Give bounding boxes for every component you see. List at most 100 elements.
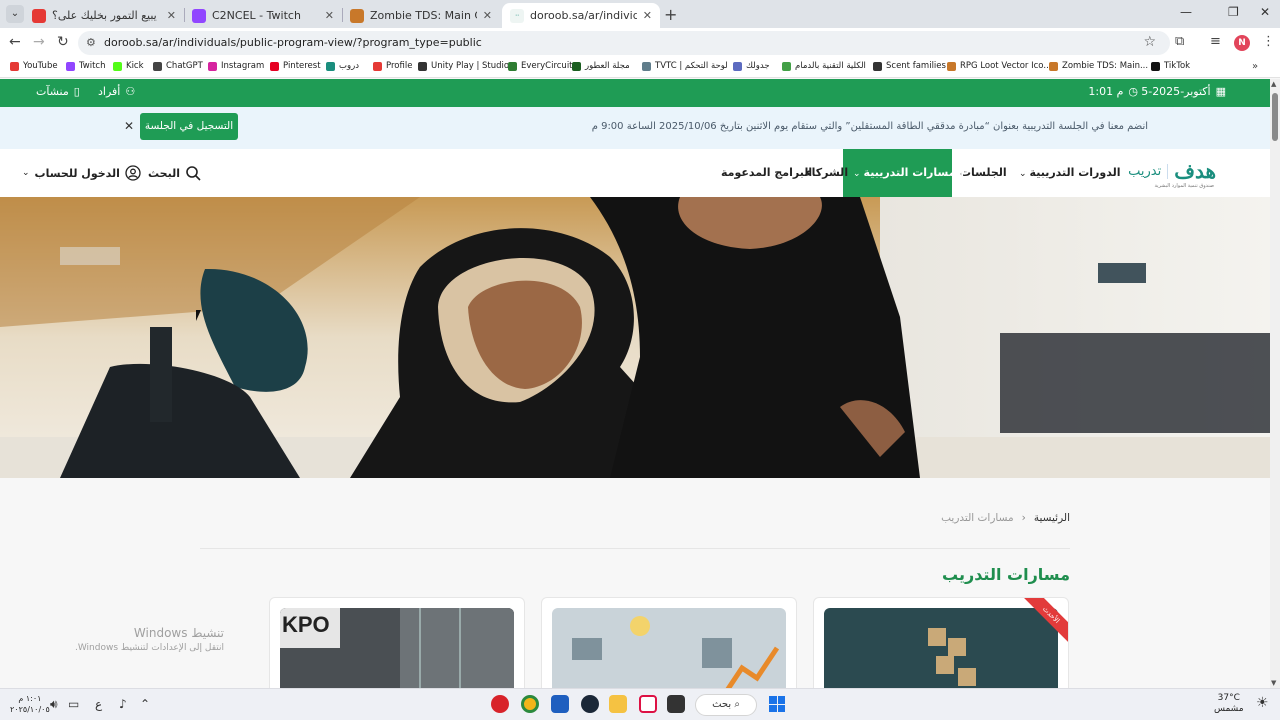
- bookmark-item[interactable]: TVTC | لوحة التحكم: [642, 61, 728, 71]
- browser-tab-strip: ⌄ هل يبيع التمور بخليك على؟ 🌴 ✌ 🎥 ✕ C2NC…: [0, 0, 1280, 28]
- bookmark-item[interactable]: ChatGPT: [153, 61, 203, 71]
- forward-icon[interactable]: →: [33, 34, 45, 50]
- bookmark-item[interactable]: جدولك: [733, 61, 770, 71]
- address-bar[interactable]: ⚙ doroob.sa/ar/individuals/public-progra…: [78, 31, 1170, 55]
- bookmark-favicon-icon: [782, 61, 791, 71]
- terminal-icon[interactable]: [667, 695, 685, 713]
- nav-partners[interactable]: الشركاء: [806, 166, 848, 179]
- browser-tab-2[interactable]: C2NCEL - Twitch ✕: [184, 3, 342, 28]
- bookmark-star-icon[interactable]: ☆: [1143, 34, 1156, 50]
- bookmark-favicon-icon: [270, 61, 279, 71]
- close-tab-icon[interactable]: ✕: [483, 9, 492, 22]
- bookmark-item[interactable]: YouTube: [10, 61, 58, 71]
- steam-icon[interactable]: [581, 695, 599, 713]
- bookmark-label: EveryCircuit: [521, 61, 573, 71]
- search-link[interactable]: البحث: [148, 165, 201, 181]
- nav-courses[interactable]: ⌄ الدورات التدريبية: [1019, 166, 1121, 179]
- track-card[interactable]: KPO: [269, 597, 525, 697]
- bookmark-item[interactable]: الكلية التقنية بالدمام: [782, 61, 866, 71]
- tab-search-button[interactable]: ⌄: [6, 5, 24, 23]
- game-app-icon[interactable]: [491, 695, 509, 713]
- taskbar-clock[interactable]: ١:٠١ م ٢٠٢٥/١٠/٠٥: [10, 693, 50, 715]
- bookmark-item[interactable]: Scent families: [873, 61, 946, 71]
- bookmark-favicon-icon: [572, 61, 581, 71]
- menu-kebab-icon[interactable]: ⋮: [1262, 34, 1275, 49]
- individuals-link[interactable]: أفراد ⚇: [98, 85, 135, 98]
- register-session-button[interactable]: التسجيل في الجلسة: [140, 113, 238, 140]
- snipping-tool-icon[interactable]: [639, 695, 657, 713]
- bookmark-item[interactable]: Pinterest: [270, 61, 321, 71]
- show-hidden-icons-icon[interactable]: ⌃: [140, 697, 150, 711]
- back-icon[interactable]: ←: [9, 34, 21, 50]
- hero-banner-image: [0, 197, 1270, 478]
- microphone-icon[interactable]: ♪: [119, 697, 127, 711]
- file-explorer-icon[interactable]: [609, 695, 627, 713]
- nav-training-tracks[interactable]: ⌄ المسارات التدريبية: [843, 149, 964, 197]
- bookmark-item[interactable]: دروب: [326, 61, 359, 71]
- bookmark-item[interactable]: EveryCircuit: [508, 61, 573, 71]
- close-tab-icon[interactable]: ✕: [167, 9, 176, 22]
- bookmark-item[interactable]: Instagram: [208, 61, 264, 71]
- watermark-line-2: انتقل إلى الإعدادات لتنشيط Windows.: [74, 643, 224, 653]
- bookmark-item[interactable]: RPG Loot Vector Ico...: [947, 61, 1051, 71]
- site-logo[interactable]: تدريب هدف صندوق تنمية الموارد البشرية: [1128, 159, 1216, 189]
- bookmark-favicon-icon: [1151, 61, 1160, 71]
- browser-tab-1[interactable]: هل يبيع التمور بخليك على؟ 🌴 ✌ 🎥 ✕: [24, 3, 184, 28]
- chrome-icon[interactable]: [521, 695, 539, 713]
- browser-tab-active[interactable]: ᐧᐧ doroob.sa/ar/individuals/public ✕: [502, 3, 660, 28]
- bookmark-item[interactable]: TikTok: [1151, 61, 1190, 71]
- roblox-favicon-icon: [350, 8, 364, 23]
- bookmark-favicon-icon: [208, 61, 217, 71]
- track-card[interactable]: الأحدث: [813, 597, 1069, 697]
- close-tab-icon[interactable]: ✕: [325, 9, 334, 22]
- start-windows-icon[interactable]: [769, 696, 785, 712]
- extensions-icon[interactable]: ⧉: [1175, 34, 1184, 49]
- browser-tab-3[interactable]: Zombie TDS: Main Characters ✕: [342, 3, 500, 28]
- taskbar-date: ٢٠٢٥/١٠/٠٥: [10, 705, 50, 714]
- breadcrumb-home[interactable]: الرئيسية: [1034, 512, 1070, 524]
- bookmark-item[interactable]: Profile: [373, 61, 412, 71]
- bookmark-item[interactable]: Unity Play | Studio: [418, 61, 509, 71]
- bookmark-item[interactable]: Twitch: [66, 61, 106, 71]
- bookmark-item[interactable]: Zombie TDS: Main...: [1049, 61, 1148, 71]
- bookmark-label: الكلية التقنية بالدمام: [795, 61, 866, 71]
- track-card[interactable]: [541, 597, 797, 697]
- language-indicator[interactable]: ع: [95, 697, 102, 711]
- chevron-down-icon: ⌄: [22, 168, 30, 178]
- restore-icon[interactable]: ❐: [1228, 5, 1239, 19]
- network-icon[interactable]: ▭: [68, 697, 79, 711]
- scrollbar-thumb[interactable]: [1272, 93, 1278, 141]
- track-card-image: KPO: [280, 608, 514, 696]
- taskbar-search[interactable]: بحث ⌕: [695, 694, 757, 716]
- nav-sessions[interactable]: الجلسات: [960, 166, 1007, 179]
- close-tab-icon[interactable]: ✕: [643, 9, 652, 22]
- bookmark-item[interactable]: مجلة العطور: [572, 61, 630, 71]
- nav-courses-label: الدورات التدريبية: [1029, 166, 1121, 179]
- close-window-icon[interactable]: ✕: [1260, 5, 1270, 19]
- volume-icon[interactable]: 🔊︎: [50, 697, 58, 712]
- bookmark-item[interactable]: Kick: [113, 61, 144, 71]
- nav-supported-programs[interactable]: البرامج المدعومة: [721, 166, 812, 179]
- establishments-link[interactable]: منشآت ▯: [36, 85, 80, 98]
- close-announcement-icon[interactable]: ✕: [124, 119, 134, 133]
- scroll-up-icon[interactable]: ▲: [1271, 80, 1276, 88]
- page-scrollbar[interactable]: ▲ ▼: [1270, 79, 1280, 688]
- weather-widget[interactable]: 37°C مشمس: [1214, 693, 1244, 715]
- bookmark-label: Scent families: [886, 61, 946, 71]
- new-tab-icon[interactable]: +: [664, 5, 677, 24]
- scroll-down-icon[interactable]: ▼: [1271, 679, 1276, 687]
- minimize-icon[interactable]: —: [1180, 5, 1192, 19]
- media-controls-icon[interactable]: ≡: [1210, 34, 1221, 49]
- bookmark-favicon-icon: [947, 61, 956, 71]
- weather-condition: مشمس: [1214, 704, 1244, 714]
- site-settings-icon[interactable]: ⚙: [86, 36, 96, 49]
- tab-title: Zombie TDS: Main Characters: [370, 9, 477, 22]
- store-icon[interactable]: [551, 695, 569, 713]
- login-link[interactable]: ⌄ الدخول للحساب: [22, 165, 141, 181]
- profile-avatar[interactable]: N: [1234, 35, 1250, 51]
- more-bookmarks-icon[interactable]: »: [1252, 61, 1258, 72]
- hero-photo: [0, 197, 1270, 478]
- url-text[interactable]: doroob.sa/ar/individuals/public-program-…: [104, 36, 482, 49]
- reload-icon[interactable]: ↻: [57, 34, 69, 50]
- logo-subtitle: تدريب: [1128, 163, 1169, 179]
